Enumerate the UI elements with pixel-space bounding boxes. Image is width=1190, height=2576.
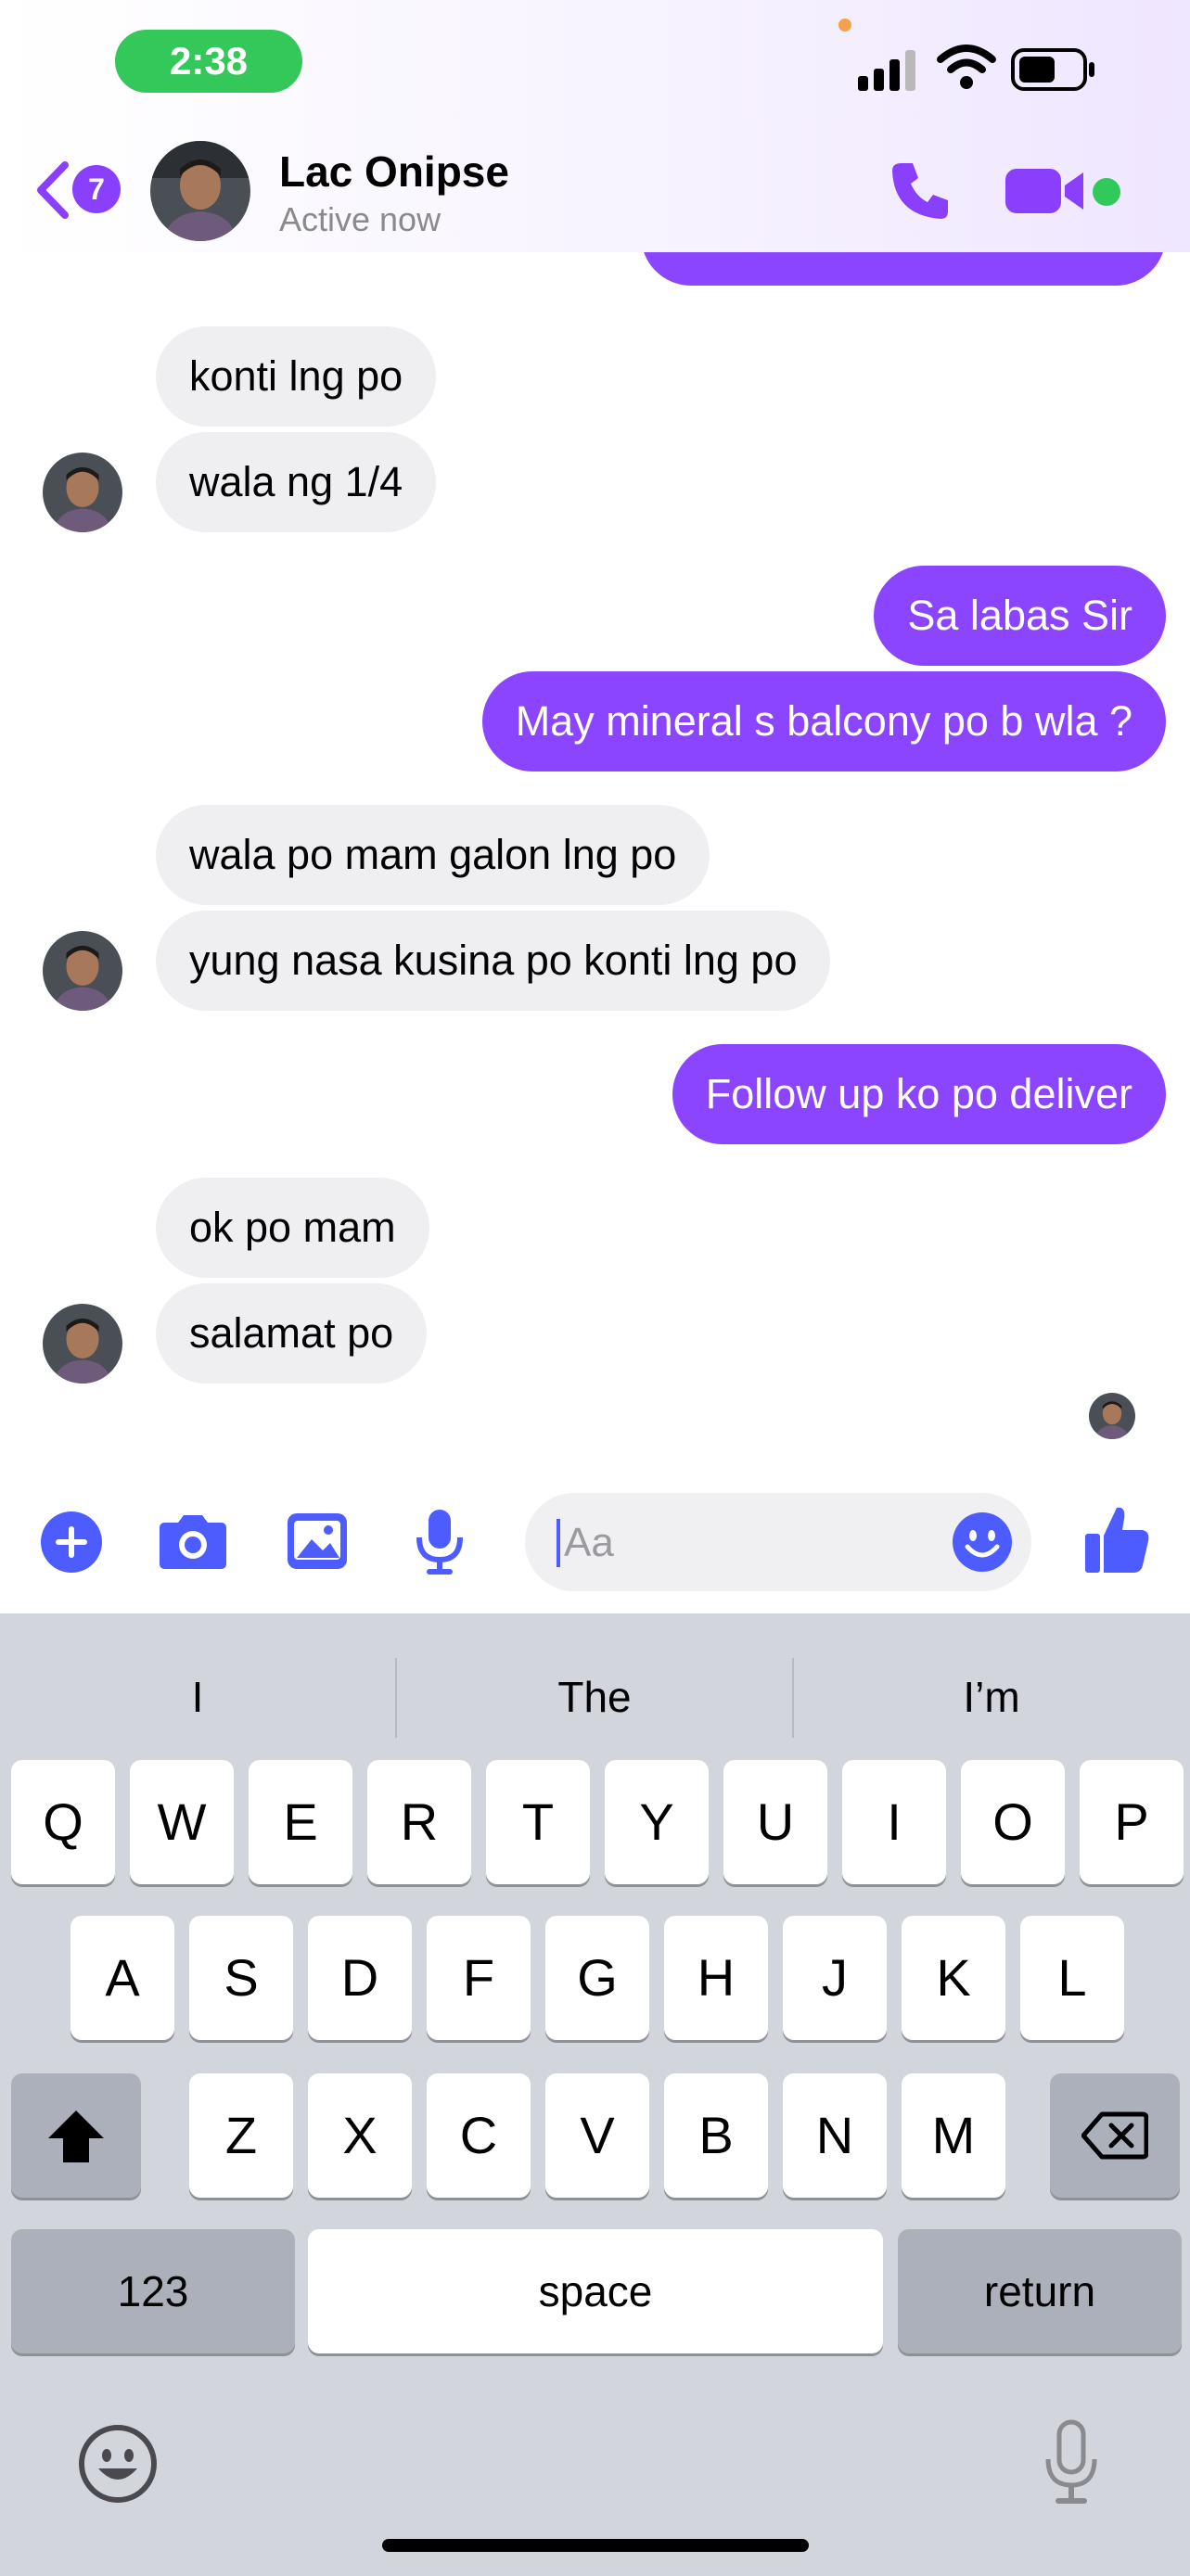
key-o[interactable]: O [961, 1760, 1065, 1884]
thumbs-up-icon[interactable] [1083, 1504, 1150, 1575]
key-k[interactable]: K [902, 1916, 1005, 2040]
input-placeholder: Aa [564, 1520, 614, 1565]
home-indicator [382, 2539, 809, 2552]
shift-key[interactable] [11, 2073, 141, 2198]
text-caret [557, 1519, 560, 1567]
key-t[interactable]: T [486, 1760, 590, 1884]
message-bubble-received[interactable]: salamat po [156, 1283, 428, 1384]
key-e[interactable]: E [249, 1760, 352, 1884]
cellular-signal-icon [858, 50, 915, 91]
key-p[interactable]: P [1080, 1760, 1184, 1884]
chat-header: 2:38 7 Lac Onipse Active now [0, 0, 1190, 252]
backspace-key[interactable] [1050, 2073, 1180, 2198]
key-a[interactable]: A [70, 1916, 174, 2040]
message-bubble-received[interactable]: wala ng 1/4 [156, 432, 437, 532]
suggestion-2[interactable]: The [397, 1651, 792, 1743]
message-bubble-received[interactable]: wala po mam galon lng po [156, 805, 710, 905]
key-n[interactable]: N [783, 2073, 887, 2198]
message-bubble-sent[interactable]: Sa labas Sir [874, 566, 1166, 666]
message-bubble-sent[interactable]: Follow up ko po deliver [672, 1044, 1166, 1144]
contact-name[interactable]: Lac Onipse [279, 147, 509, 197]
key-y[interactable]: Y [605, 1760, 709, 1884]
plus-icon[interactable] [41, 1511, 102, 1573]
sender-avatar[interactable] [43, 453, 122, 532]
key-x[interactable]: X [308, 2073, 412, 2198]
key-d[interactable]: D [308, 1916, 412, 2040]
microphone-icon[interactable] [414, 1508, 466, 1575]
online-status-dot [1093, 178, 1120, 206]
key-j[interactable]: J [783, 1916, 887, 2040]
phone-call-icon[interactable] [889, 158, 953, 223]
wifi-icon [937, 45, 996, 89]
gallery-icon[interactable] [286, 1511, 349, 1571]
message-bubble-received[interactable]: ok po mam [156, 1178, 429, 1278]
key-i[interactable]: I [842, 1760, 946, 1884]
delete-backward-icon [1081, 2111, 1149, 2160]
mic-indicator-dot [838, 19, 851, 32]
sender-avatar[interactable] [43, 931, 122, 1011]
key-w[interactable]: W [130, 1760, 234, 1884]
keyboard-emoji-icon[interactable] [78, 2424, 158, 2504]
key-l[interactable]: L [1020, 1916, 1124, 2040]
key-g[interactable]: G [545, 1916, 649, 2040]
message-bubble-sent[interactable]: May mineral s balcony po b wla ? [481, 671, 1166, 772]
suggestion-1[interactable]: I [0, 1651, 395, 1743]
contact-status: Active now [279, 200, 441, 238]
message-bubble-received[interactable]: yung nasa kusina po konti lng po [156, 911, 831, 1011]
key-v[interactable]: V [545, 2073, 649, 2198]
message-bubble-received[interactable]: konti lng po [156, 326, 437, 427]
key-z[interactable]: Z [189, 2073, 293, 2198]
emoji-icon[interactable] [952, 1511, 1013, 1573]
dictation-microphone-icon[interactable] [1041, 2418, 1102, 2507]
back-chevron-icon [37, 161, 69, 219]
return-key[interactable]: return [898, 2229, 1182, 2353]
space-key[interactable]: space [308, 2229, 883, 2353]
numbers-key[interactable]: 123 [11, 2229, 295, 2353]
keyboard: I The I’m QWERTYUIOP ASDFGHJKL ZXCVBNM 1… [0, 1613, 1190, 2576]
key-m[interactable]: M [902, 2073, 1005, 2198]
key-u[interactable]: U [723, 1760, 827, 1884]
contact-avatar[interactable] [150, 141, 250, 241]
key-f[interactable]: F [427, 1916, 531, 2040]
key-s[interactable]: S [189, 1916, 293, 2040]
unread-count-badge: 7 [72, 165, 121, 213]
shift-arrow-icon [48, 2111, 104, 2162]
message-input[interactable]: Aa [525, 1493, 1031, 1591]
key-c[interactable]: C [427, 2073, 531, 2198]
camera-icon[interactable] [158, 1511, 228, 1571]
message-composer: Aa [0, 1484, 1190, 1613]
status-time: 2:38 [115, 30, 302, 93]
key-b[interactable]: B [664, 2073, 768, 2198]
key-r[interactable]: R [367, 1760, 471, 1884]
read-receipt-avatar [1089, 1393, 1135, 1439]
key-h[interactable]: H [664, 1916, 768, 2040]
suggestion-3[interactable]: I’m [794, 1651, 1189, 1743]
video-call-icon[interactable] [1004, 163, 1087, 219]
battery-icon [1011, 48, 1094, 91]
sender-avatar[interactable] [43, 1304, 122, 1384]
back-button[interactable]: 7 [33, 158, 126, 223]
key-q[interactable]: Q [11, 1760, 115, 1884]
